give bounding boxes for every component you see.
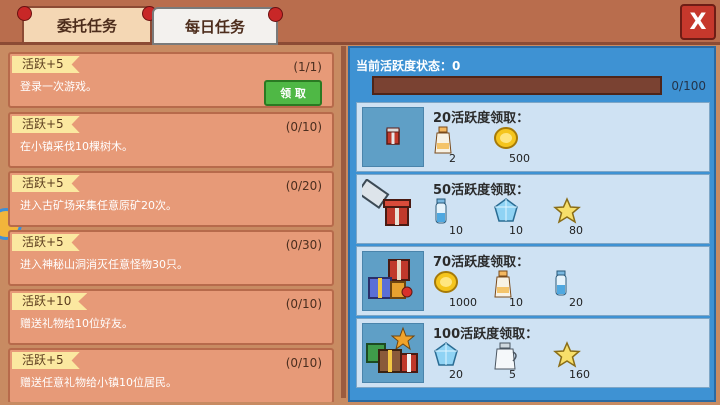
reward-amount: 500 [509, 152, 530, 165]
pin-icon [268, 7, 283, 22]
task-card: 活跃+10 (0/10) 赠送礼物给10位好友。 [8, 289, 334, 345]
reward-item: 5 [493, 341, 549, 381]
reward-amount: 2 [449, 152, 456, 165]
reward-row[interactable]: 100活跃度领取： 20 5 160 [356, 318, 710, 388]
tab-daily[interactable]: 每日任务 [152, 7, 283, 45]
task-card: 活跃+5 (0/10) 赠送任意礼物给小镇10位居民。 [8, 348, 334, 402]
reward-amount: 80 [569, 224, 583, 237]
task-description: 赠送礼物给10位好友。 [20, 317, 133, 330]
reward-item: 20 [433, 341, 489, 381]
close-button[interactable]: X [680, 4, 716, 40]
reward-item: 160 [553, 341, 609, 381]
milk-jug-icon [494, 342, 517, 370]
activity-badge: 活跃+5 [12, 175, 80, 192]
activity-badge: 活跃+5 [12, 234, 80, 251]
potion-vial-icon [555, 270, 567, 296]
milk-bottle-icon [434, 126, 452, 154]
gift-pile-icon [362, 251, 424, 311]
star-icon [553, 341, 581, 368]
reward-item: 2 [433, 125, 489, 165]
reward-amount: 20 [569, 296, 583, 309]
reward-item: 500 [493, 125, 549, 165]
task-list-scrollbar[interactable] [341, 46, 346, 398]
tab-commission[interactable]: 委托任务 [17, 6, 157, 44]
crystal-icon [494, 198, 518, 222]
milk-bottle-icon [494, 270, 512, 298]
task-description: 赠送任意礼物给小镇10位居民。 [20, 376, 177, 389]
tab-label: 委托任务 [56, 16, 117, 35]
reward-row[interactable]: 20活跃度领取： 2 500 [356, 102, 710, 172]
task-card: 活跃+5 (0/20) 进入古矿场采集任意原矿20次。 [8, 171, 334, 227]
gold-coin-icon [494, 127, 518, 149]
close-icon: X [689, 9, 707, 35]
reward-title: 70活跃度领取： [433, 255, 530, 270]
activity-status: 当前活跃度状态：0 [356, 59, 461, 73]
activity-reward-panel: 当前活跃度状态：0 0/100 20活跃度领取： 2 500 50活跃度领取： … [348, 46, 716, 402]
task-card: 活跃+5 (1/1) 登录一次游戏。 领 取 [8, 52, 334, 108]
task-card: 活跃+5 (0/30) 进入神秘山洞消灭任意怪物30只。 [8, 230, 334, 286]
task-card: 活跃+5 (0/10) 在小镇采伐10棵树木。 [8, 112, 334, 168]
activity-badge: 活跃+5 [12, 116, 80, 133]
tab-bar: 委托任务 每日任务 X [0, 0, 720, 45]
gold-coin-icon [434, 271, 458, 293]
reward-item: 10 [433, 197, 489, 237]
activity-badge: 活跃+5 [12, 56, 80, 73]
task-progress: (0/10) [285, 356, 322, 370]
task-progress: (0/30) [285, 238, 322, 252]
tab-label: 每日任务 [184, 17, 245, 36]
task-progress: (1/1) [293, 60, 322, 74]
claim-button[interactable]: 领 取 [264, 80, 322, 106]
gift-box-icon [356, 178, 422, 237]
big-gift-pile-icon [362, 323, 424, 383]
reward-title: 100活跃度领取： [433, 327, 539, 342]
reward-item: 10 [493, 197, 549, 237]
reward-item: 1000 [433, 269, 489, 309]
activity-progress-bar [372, 76, 662, 95]
task-description: 在小镇采伐10棵树木。 [20, 140, 133, 153]
pin-icon [17, 6, 32, 21]
reward-amount: 10 [509, 296, 523, 309]
reward-amount: 20 [449, 368, 463, 381]
task-description: 进入神秘山洞消灭任意怪物30只。 [20, 258, 188, 271]
reward-item: 20 [553, 269, 609, 309]
task-description: 进入古矿场采集任意原矿20次。 [20, 199, 177, 212]
crystal-icon [434, 342, 458, 366]
reward-title: 20活跃度领取： [433, 111, 530, 126]
task-list: 活跃+5 (1/1) 登录一次游戏。 领 取 活跃+5 (0/10) 在小镇采伐… [8, 52, 336, 402]
reward-item: 10 [493, 269, 549, 309]
activity-progress-text: 0/100 [671, 79, 706, 93]
reward-title: 50活跃度领取： [433, 183, 530, 198]
reward-amount: 5 [509, 368, 516, 381]
reward-item: 80 [553, 197, 609, 237]
small-gift-icon [362, 107, 424, 167]
potion-vial-icon [435, 198, 447, 224]
reward-amount: 160 [569, 368, 590, 381]
task-progress: (0/20) [285, 179, 322, 193]
reward-amount: 10 [509, 224, 523, 237]
task-progress: (0/10) [285, 120, 322, 134]
task-description: 登录一次游戏。 [20, 80, 97, 93]
reward-row[interactable]: 50活跃度领取： 10 10 80 [356, 174, 710, 244]
activity-badge: 活跃+5 [12, 352, 80, 369]
reward-amount: 1000 [449, 296, 477, 309]
activity-badge: 活跃+10 [12, 293, 88, 310]
star-icon [553, 197, 581, 224]
reward-amount: 10 [449, 224, 463, 237]
reward-row[interactable]: 70活跃度领取： 1000 10 20 [356, 246, 710, 316]
daily-task-window: 委托任务 每日任务 X 活跃+5 (1/1) 登录一次游戏。 领 取 活跃+5 … [0, 0, 720, 405]
task-progress: (0/10) [285, 297, 322, 311]
